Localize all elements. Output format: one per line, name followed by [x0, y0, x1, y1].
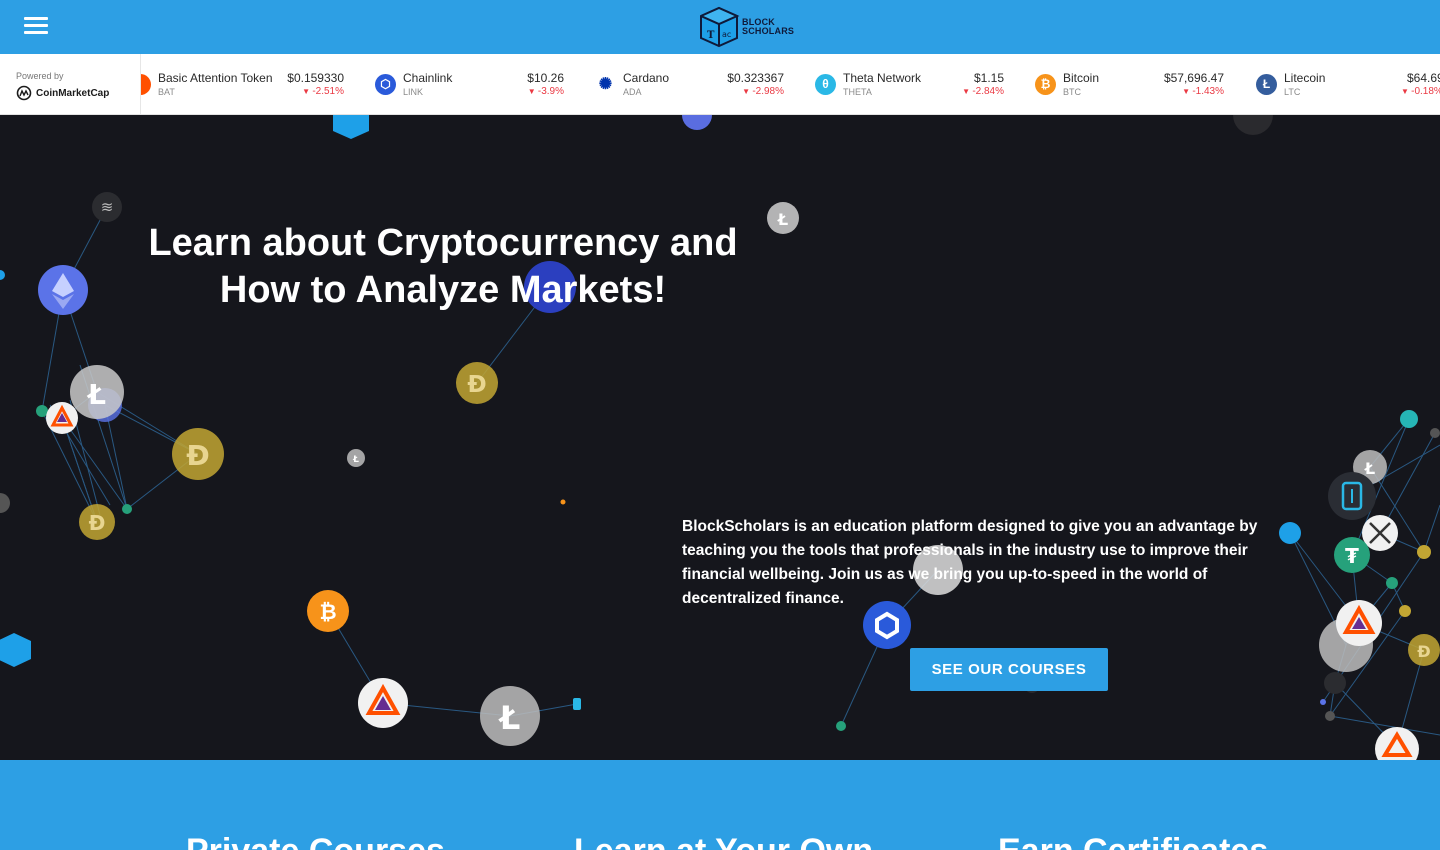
coin-name: Theta Network — [843, 71, 922, 85]
svg-text:Ð: Ð — [1417, 642, 1430, 661]
hero-title-line2: How to Analyze Markets! — [219, 269, 667, 311]
coin-symbol: LINK — [403, 87, 424, 97]
coin-name: Basic Attention Token — [158, 71, 273, 85]
ticker-coin-ltc[interactable]: Ł Litecoin LTC $64.69 -0.18% — [1256, 54, 1440, 114]
ticker-coin-link[interactable]: ⬡ Chainlink LINK $10.26 -3.9% — [375, 54, 565, 114]
top-navbar: T ac BLOCK SCHOLARS — [0, 0, 1440, 54]
coin-change: -0.18% — [1401, 86, 1440, 97]
coin-name: Cardano — [623, 71, 670, 85]
coinmarketcap-icon — [16, 85, 32, 101]
powered-by-widget[interactable]: Powered by CoinMarketCap — [0, 54, 141, 114]
bitcoin-icon: ₿ — [1035, 74, 1056, 95]
feature-title-earn-certificates: Earn Certificates — [998, 832, 1268, 850]
svg-text:T: T — [707, 30, 715, 41]
coin-name: Litecoin — [1284, 71, 1326, 85]
coin-change: -2.51% — [302, 86, 344, 97]
logo-wordmark: BLOCK SCHOLARS — [742, 18, 794, 36]
svg-text:Ł: Ł — [1364, 459, 1375, 478]
coin-change: -1.43% — [1182, 86, 1224, 97]
svg-text:Ð: Ð — [186, 439, 209, 472]
coin-name: Bitcoin — [1063, 71, 1100, 85]
svg-text:Ð: Ð — [89, 511, 106, 535]
coin-price: $57,696.47 — [1163, 71, 1224, 85]
coin-symbol: BTC — [1063, 87, 1081, 97]
ticker-coin-btc[interactable]: ₿ Bitcoin BTC $57,696.47 -1.43% — [1035, 54, 1225, 114]
crypto-network-background: ≋ Ł Ð Ð Ð Ł Ł ₿ Ł Ł ₮ Ð — [0, 115, 1440, 760]
coin-price: $10.26 — [527, 71, 564, 85]
theta-icon: θ — [815, 74, 836, 95]
svg-text:ac: ac — [722, 30, 731, 39]
coin-symbol: ADA — [623, 87, 642, 97]
coin-change: -3.9% — [528, 86, 564, 97]
coin-price: $1.15 — [973, 71, 1004, 85]
svg-text:Ł: Ł — [352, 455, 359, 465]
price-ticker: Powered by CoinMarketCap Basic Attention… — [0, 54, 1440, 115]
ticker-coin-ada[interactable]: ✺ Cardano ADA $0.323367 -2.98% — [595, 54, 785, 114]
coin-name: Chainlink — [403, 71, 453, 85]
coin-price: $64.69 — [1407, 71, 1440, 85]
coinmarketcap-brand[interactable]: CoinMarketCap — [16, 85, 109, 101]
hero-title: Learn about Cryptocurrency and How to An… — [100, 220, 786, 314]
feature-title-learn-own-pace: Learn at Your Own — [574, 832, 873, 850]
see-our-courses-button[interactable]: SEE OUR COURSES — [910, 648, 1108, 691]
hamburger-menu-icon[interactable] — [24, 17, 48, 37]
powered-by-label: Powered by — [16, 71, 64, 81]
coin-symbol: LTC — [1284, 87, 1301, 97]
cube-logo-icon: T ac — [700, 6, 740, 48]
svg-text:₿: ₿ — [319, 600, 336, 624]
coin-symbol: THETA — [843, 87, 872, 97]
coin-change: -2.84% — [962, 86, 1004, 97]
coin-price: $0.159330 — [287, 71, 344, 85]
logo-text-line2: SCHOLARS — [742, 26, 795, 36]
svg-text:Ð: Ð — [467, 372, 486, 398]
svg-text:Ł: Ł — [86, 378, 106, 411]
svg-text:₮: ₮ — [1345, 544, 1359, 568]
litecoin-icon: Ł — [1256, 74, 1277, 95]
hero-section: ≋ Ł Ð Ð Ð Ł Ł ₿ Ł Ł ₮ Ð Learn about Cryp… — [0, 115, 1440, 760]
coin-change: -2.98% — [742, 86, 784, 97]
feature-title-private-courses: Private Courses — [186, 832, 445, 850]
hero-title-line1: Learn about Cryptocurrency and — [148, 222, 738, 264]
blockscholars-logo[interactable]: T ac BLOCK SCHOLARS — [698, 4, 794, 50]
ticker-coin-theta[interactable]: θ Theta Network THETA $1.15 -2.84% — [815, 54, 1005, 114]
chainlink-icon: ⬡ — [375, 74, 396, 95]
svg-text:Ł: Ł — [498, 699, 521, 737]
coin-price: $0.323367 — [727, 71, 784, 85]
svg-text:≋: ≋ — [101, 198, 114, 216]
hero-description: BlockScholars is an education platform d… — [682, 518, 1258, 607]
cardano-icon: ✺ — [595, 74, 616, 95]
coinmarketcap-label: CoinMarketCap — [36, 87, 110, 99]
coin-symbol: BAT — [158, 87, 175, 97]
features-section: Private Courses Learn at Your Own Earn C… — [0, 760, 1440, 850]
